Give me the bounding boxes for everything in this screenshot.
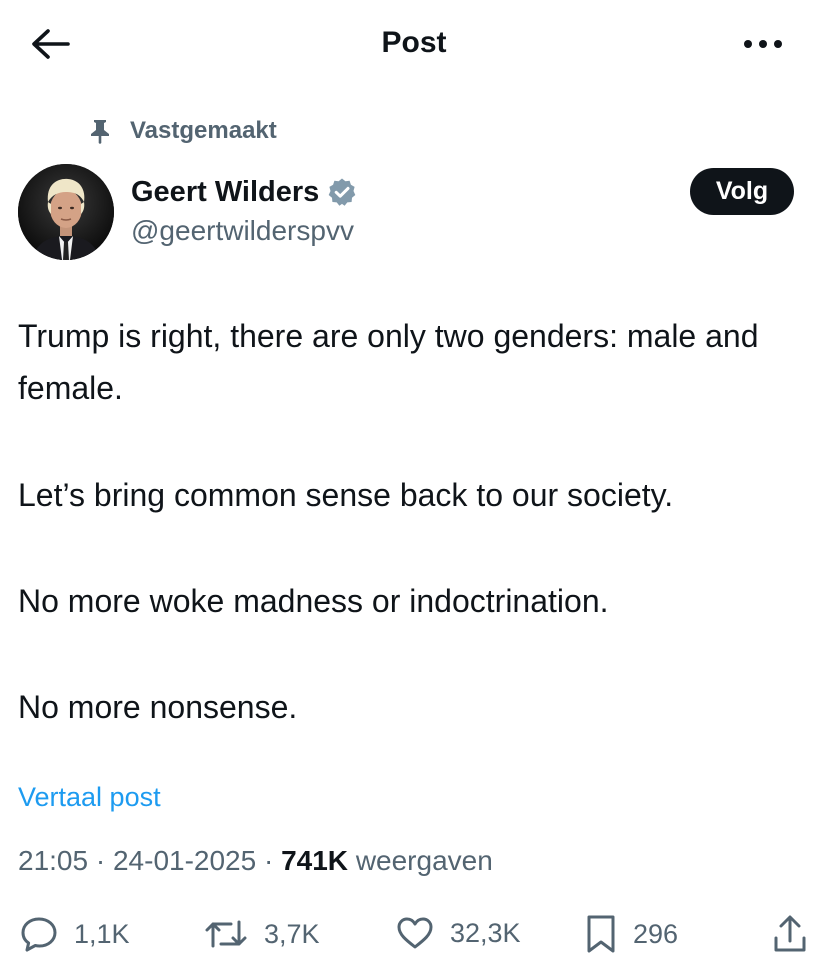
reply-icon xyxy=(21,917,57,952)
post-text-paragraph: Trump is right, there are only two gende… xyxy=(18,318,759,406)
pin-icon xyxy=(88,118,114,144)
bookmark-button[interactable]: 296 xyxy=(585,914,678,954)
post-text-paragraph: No more woke madness or indoctrination. xyxy=(18,583,609,619)
heart-icon xyxy=(397,917,433,949)
repost-count: 3,7K xyxy=(264,918,320,949)
author-handle[interactable]: @geertwilderspvv xyxy=(131,212,357,250)
more-button[interactable] xyxy=(740,30,786,58)
reply-count: 1,1K xyxy=(74,918,130,949)
pinned-indicator: Vastgemaakt xyxy=(88,113,277,149)
share-button[interactable] xyxy=(772,914,808,954)
post-text-paragraph: No more nonsense. xyxy=(18,689,298,725)
like-count: 32,3K xyxy=(450,917,521,948)
follow-button[interactable]: Volg xyxy=(690,168,794,215)
bookmark-count: 296 xyxy=(633,918,679,949)
reply-button[interactable]: 1,1K xyxy=(20,916,130,952)
bookmark-icon xyxy=(587,915,615,953)
more-horizontal-icon xyxy=(744,40,782,48)
repost-button[interactable]: 3,7K xyxy=(204,916,320,952)
action-bar: 1,1K 3,7K 32,3K 296 xyxy=(0,910,828,962)
share-icon xyxy=(774,915,806,952)
top-bar: Post xyxy=(0,0,828,90)
verified-badge-icon xyxy=(327,177,357,207)
post-date[interactable]: 24-01-2025 xyxy=(113,845,256,876)
author-block: Geert Wilders @geertwilderspvv xyxy=(131,172,357,250)
post-time[interactable]: 21:05 xyxy=(18,845,88,876)
meta-separator: · xyxy=(263,845,282,876)
post-text-paragraph: Let’s bring common sense back to our soc… xyxy=(18,477,674,513)
translate-post-link[interactable]: Vertaal post xyxy=(18,782,161,813)
avatar[interactable] xyxy=(18,164,114,260)
post-meta: 21:05 · 24-01-2025 · 741K weergaven xyxy=(18,845,493,877)
views-count: 741K xyxy=(281,845,349,876)
pinned-label: Vastgemaakt xyxy=(130,117,277,144)
views-label: weergaven xyxy=(355,845,493,876)
repost-icon xyxy=(205,920,247,948)
meta-separator: · xyxy=(95,845,113,876)
like-button[interactable]: 32,3K xyxy=(396,916,521,950)
page-title: Post xyxy=(381,26,447,59)
author-name[interactable]: Geert Wilders xyxy=(131,172,319,212)
